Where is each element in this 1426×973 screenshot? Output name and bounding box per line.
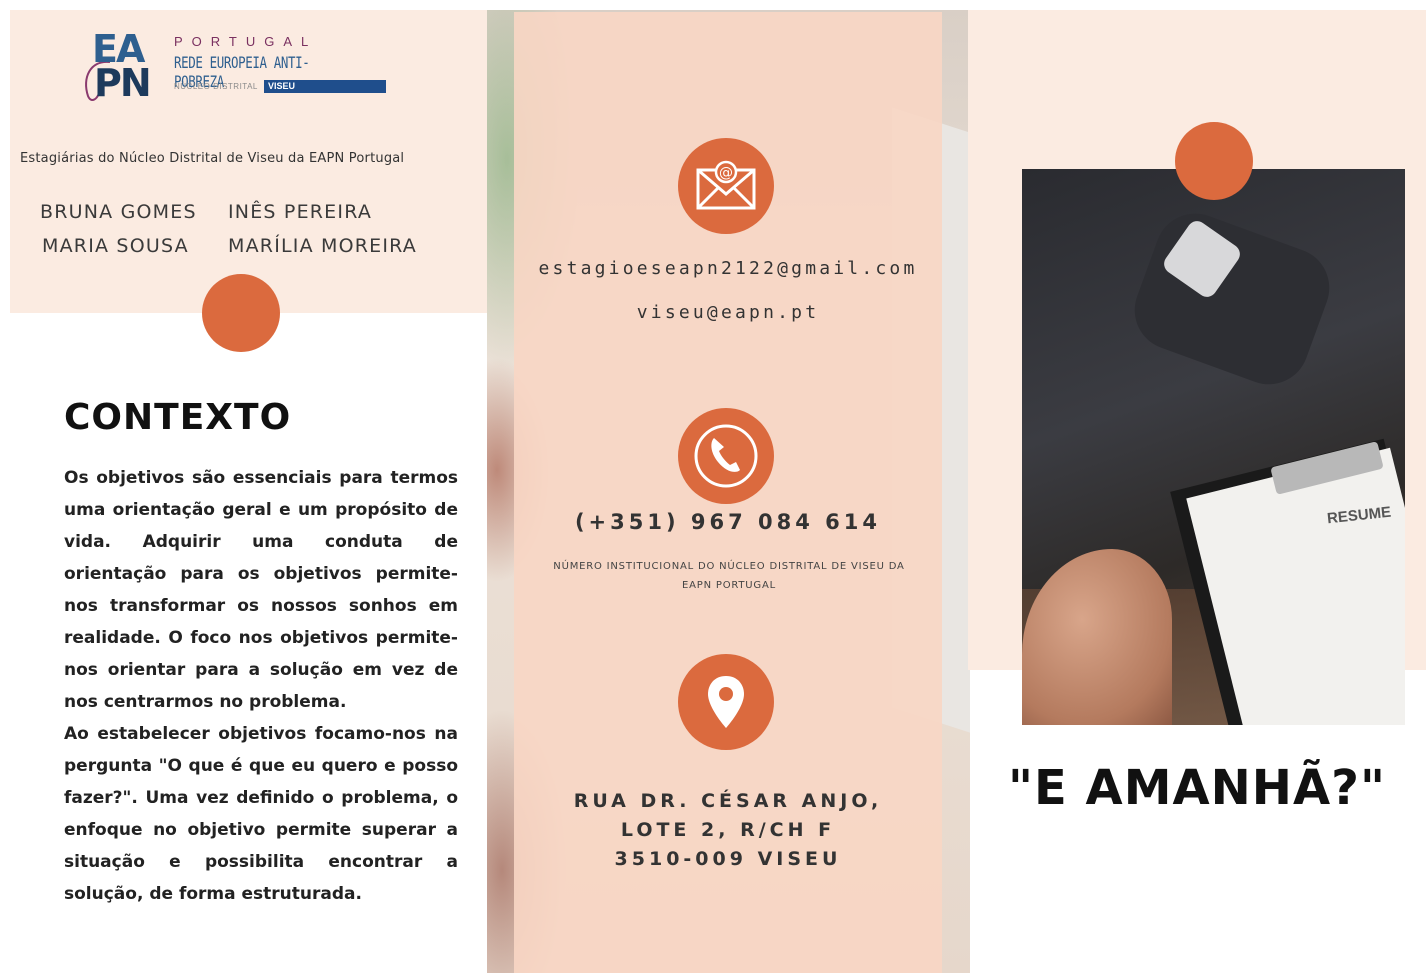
decorative-dot (202, 274, 280, 352)
cover-headline: "E AMANHÃ?" (1008, 760, 1386, 816)
address-line: LOTE 2, R/CH F (620, 819, 836, 841)
phone-icon (678, 408, 774, 504)
eapn-logo: EA PN PORTUGAL REDE EUROPEIA ANTI-POBREZ… (80, 26, 400, 106)
intern-name: INÊS PEREIRA (228, 201, 373, 223)
context-title: CONTEXTO (64, 397, 292, 438)
context-paragraph: Os objetivos são essenciais para termos … (64, 468, 458, 712)
intern-name: BRUNA GOMES (40, 201, 197, 223)
address: RUA DR. CÉSAR ANJO, LOTE 2, R/CH F 3510-… (514, 787, 942, 874)
phone-number[interactable]: (+351) 967 084 614 (514, 510, 942, 534)
logo-country: PORTUGAL (174, 34, 318, 49)
interview-photo: RESUME (1022, 169, 1405, 725)
intern-name: MARIA SOUSA (42, 235, 189, 257)
svg-text:@: @ (719, 165, 733, 181)
logo-letters-bottom: PN (94, 61, 152, 105)
logo-district: VISEU (264, 80, 386, 93)
photo-hand (1022, 549, 1172, 725)
address-line: 3510-009 VISEU (614, 848, 842, 870)
interns-label: Estagiárias do Núcleo Distrital de Viseu… (20, 151, 405, 166)
decorative-dot (1175, 122, 1253, 200)
email-address[interactable]: viseu@eapn.pt (514, 302, 942, 323)
address-line: RUA DR. CÉSAR ANJO, (573, 790, 883, 812)
intern-name: MARÍLIA MOREIRA (228, 235, 418, 257)
photo-sleeve (1123, 202, 1341, 396)
context-paragraph: Ao estabelecer objetivos focamo-nos na p… (64, 724, 458, 904)
email-address[interactable]: estagioeseapn2122@gmail.com (514, 258, 942, 279)
logo-nucleo: NÚCLEO DISTRITAL (174, 82, 258, 91)
phone-note: NÚMERO INSTITUCIONAL DO NÚCLEO DISTRITAL… (553, 561, 905, 591)
context-body: Os objetivos são essenciais para termos … (64, 462, 458, 910)
location-pin-icon (678, 654, 774, 750)
email-icon: @ (678, 138, 774, 234)
